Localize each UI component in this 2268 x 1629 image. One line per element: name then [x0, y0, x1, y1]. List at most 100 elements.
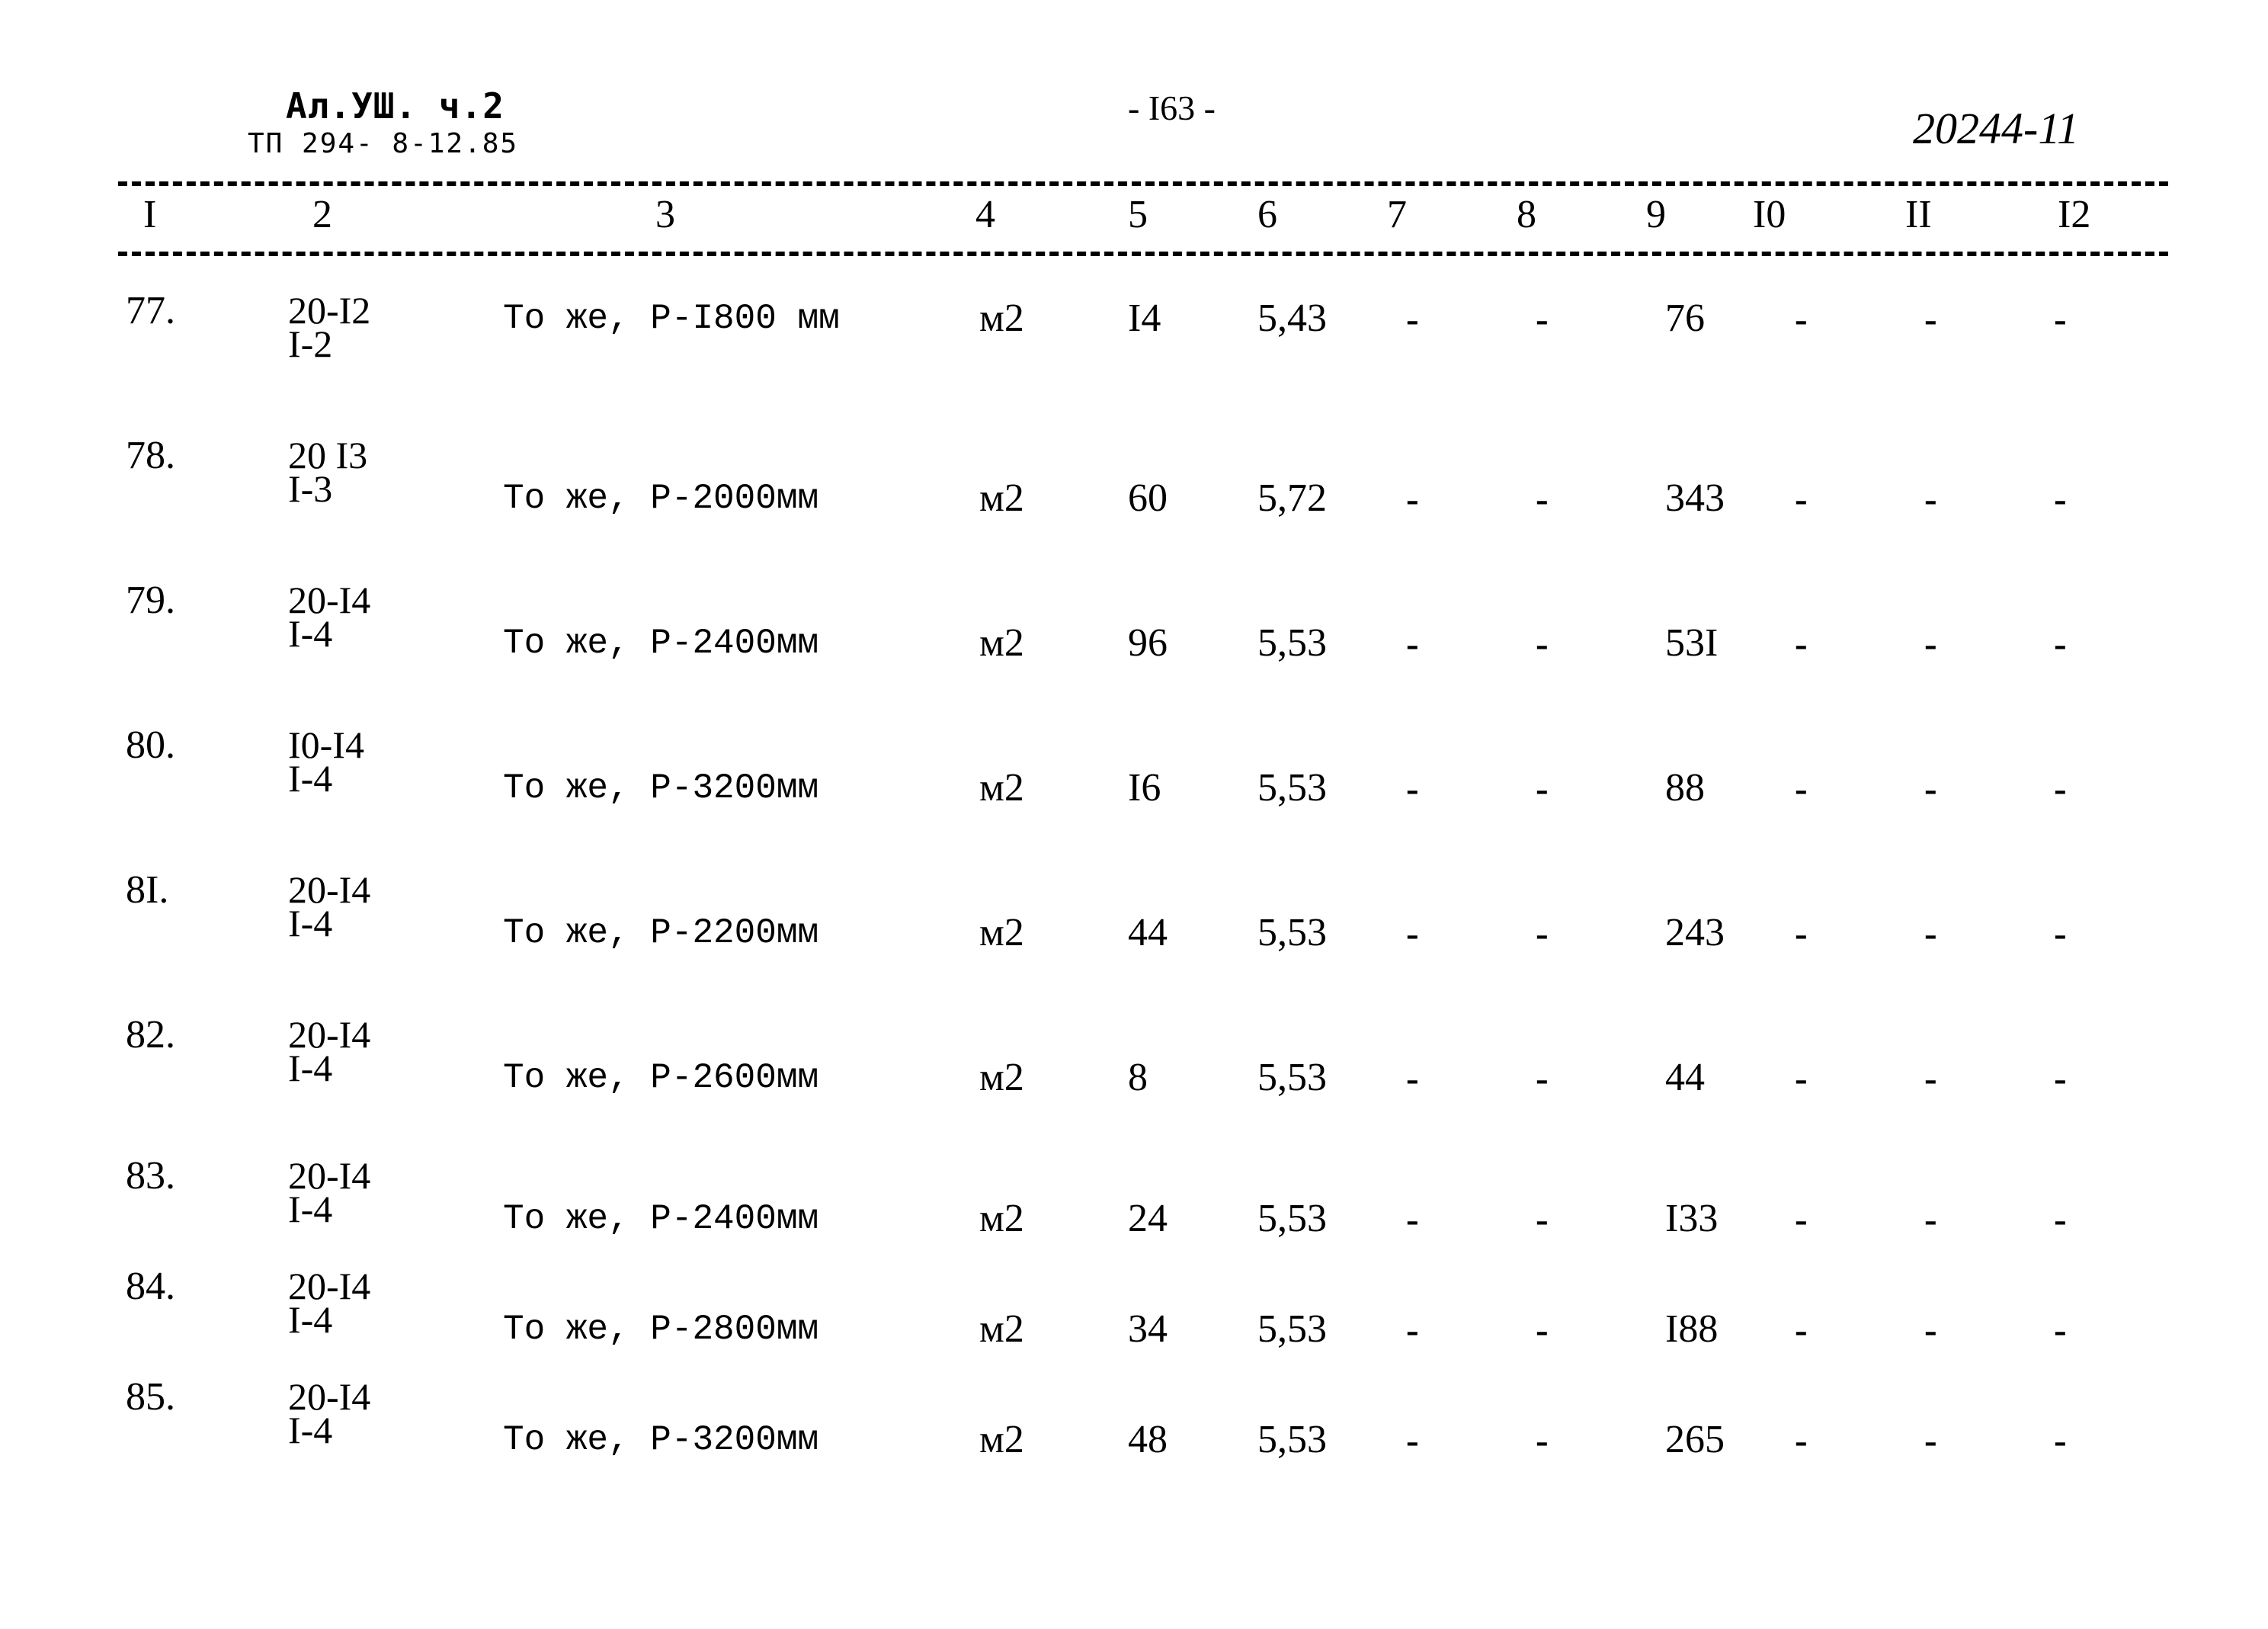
unit-of-measure: м2 — [979, 766, 1024, 810]
work-description: То же, Р-3200мм — [503, 768, 819, 808]
cell-c11: - — [1924, 1419, 1937, 1461]
row-number: 82. — [126, 1013, 175, 1057]
column-header: 9 — [1646, 193, 1666, 236]
cell-c9: 44 — [1665, 1056, 1705, 1099]
cell-c9: I33 — [1665, 1197, 1719, 1240]
row-number: 85. — [126, 1375, 175, 1419]
cell-c11: - — [1924, 1198, 1937, 1240]
cell-c7: - — [1406, 1198, 1419, 1240]
cell-c7: - — [1406, 767, 1419, 810]
unit-of-measure: м2 — [979, 1307, 1024, 1351]
cell-c7: - — [1406, 477, 1419, 520]
column-header: 5 — [1128, 193, 1148, 236]
cell-c11: - — [1924, 767, 1937, 810]
cell-c9: 53I — [1665, 621, 1719, 665]
work-description: То же, Р-2600мм — [503, 1058, 819, 1098]
cell-c8: - — [1536, 1198, 1549, 1240]
column-header: II — [1905, 193, 1932, 236]
cell-c9: 76 — [1665, 297, 1705, 340]
cell-c8: - — [1536, 477, 1549, 520]
document-code-handwritten: 20244-11 — [1913, 104, 2080, 153]
unit-price: 5,53 — [1257, 1418, 1327, 1461]
cell-c11: - — [1924, 1308, 1937, 1351]
unit-price: 5,53 — [1257, 911, 1327, 954]
table-header-rule — [118, 252, 2168, 256]
cell-c10: - — [1795, 1198, 1808, 1240]
cell-c12: - — [2054, 622, 2067, 665]
unit-of-measure: м2 — [979, 1418, 1024, 1461]
work-description: То же, Р-2200мм — [503, 913, 819, 953]
cell-c8: - — [1536, 1419, 1549, 1461]
row-number: 80. — [126, 723, 175, 767]
quantity: 48 — [1128, 1418, 1168, 1461]
project-code-label: ТП 294- 8-12.85 — [248, 128, 519, 159]
cell-c10: - — [1795, 767, 1808, 810]
cell-c10: - — [1795, 1057, 1808, 1099]
column-header: I2 — [2058, 193, 2091, 236]
row-number: 77. — [126, 289, 175, 332]
cell-c10: - — [1795, 1308, 1808, 1351]
normative-code-line2: I-4 — [288, 1188, 333, 1230]
cell-c12: - — [2054, 912, 2067, 954]
cell-c10: - — [1795, 477, 1808, 520]
quantity: 44 — [1128, 911, 1168, 954]
cell-c10: - — [1795, 1419, 1808, 1461]
cell-c8: - — [1536, 297, 1549, 340]
column-header: 8 — [1517, 193, 1536, 236]
work-description: То же, Р-2400мм — [503, 624, 819, 663]
cell-c9: 88 — [1665, 766, 1705, 810]
cell-c7: - — [1406, 297, 1419, 340]
unit-of-measure: м2 — [979, 297, 1024, 340]
cell-c7: - — [1406, 912, 1419, 954]
unit-of-measure: м2 — [979, 1197, 1024, 1240]
normative-code-line2: I-4 — [288, 1047, 333, 1089]
column-header: I0 — [1753, 193, 1786, 236]
column-header: 6 — [1257, 193, 1277, 236]
cell-c9: 243 — [1665, 911, 1725, 954]
column-header: 4 — [975, 193, 995, 236]
unit-of-measure: м2 — [979, 1056, 1024, 1099]
unit-of-measure: м2 — [979, 476, 1024, 520]
cell-c10: - — [1795, 912, 1808, 954]
cell-c8: - — [1536, 767, 1549, 810]
cell-c9: 265 — [1665, 1418, 1725, 1461]
page-number: - I63 - — [1128, 88, 1216, 127]
unit-price: 5,53 — [1257, 1056, 1327, 1099]
cell-c7: - — [1406, 1057, 1419, 1099]
cell-c7: - — [1406, 622, 1419, 665]
cell-c9: I88 — [1665, 1307, 1719, 1351]
column-header: 3 — [655, 193, 675, 236]
cell-c12: - — [2054, 1419, 2067, 1461]
cell-c12: - — [2054, 1057, 2067, 1099]
quantity: 96 — [1128, 621, 1168, 665]
cell-c11: - — [1924, 912, 1937, 954]
quantity: 60 — [1128, 476, 1168, 520]
unit-of-measure: м2 — [979, 911, 1024, 954]
unit-price: 5,53 — [1257, 621, 1327, 665]
quantity: 8 — [1128, 1056, 1148, 1099]
cell-c10: - — [1795, 622, 1808, 665]
cell-c12: - — [2054, 1198, 2067, 1240]
normative-code-line2: I-4 — [288, 1298, 333, 1341]
normative-code-line2: I-4 — [288, 612, 333, 655]
cell-c10: - — [1795, 297, 1808, 340]
cell-c8: - — [1536, 1308, 1549, 1351]
normative-code-line2: I-4 — [288, 902, 333, 944]
work-description: То же, Р-2400мм — [503, 1199, 819, 1239]
cell-c8: - — [1536, 912, 1549, 954]
work-description: То же, Р-I800 мм — [503, 299, 840, 338]
row-number: 78. — [126, 434, 175, 477]
work-description: То же, Р-2000мм — [503, 479, 819, 518]
cell-c12: - — [2054, 1308, 2067, 1351]
unit-price: 5,43 — [1257, 297, 1327, 340]
album-series-label: Ал.УШ. ч.2 — [286, 85, 505, 127]
cell-c12: - — [2054, 767, 2067, 810]
cell-c9: 343 — [1665, 476, 1725, 520]
cell-c11: - — [1924, 622, 1937, 665]
cell-c8: - — [1536, 1057, 1549, 1099]
column-header: I — [143, 193, 157, 236]
unit-price: 5,53 — [1257, 1197, 1327, 1240]
cell-c11: - — [1924, 1057, 1937, 1099]
row-number: 79. — [126, 579, 175, 622]
unit-price: 5,53 — [1257, 766, 1327, 810]
